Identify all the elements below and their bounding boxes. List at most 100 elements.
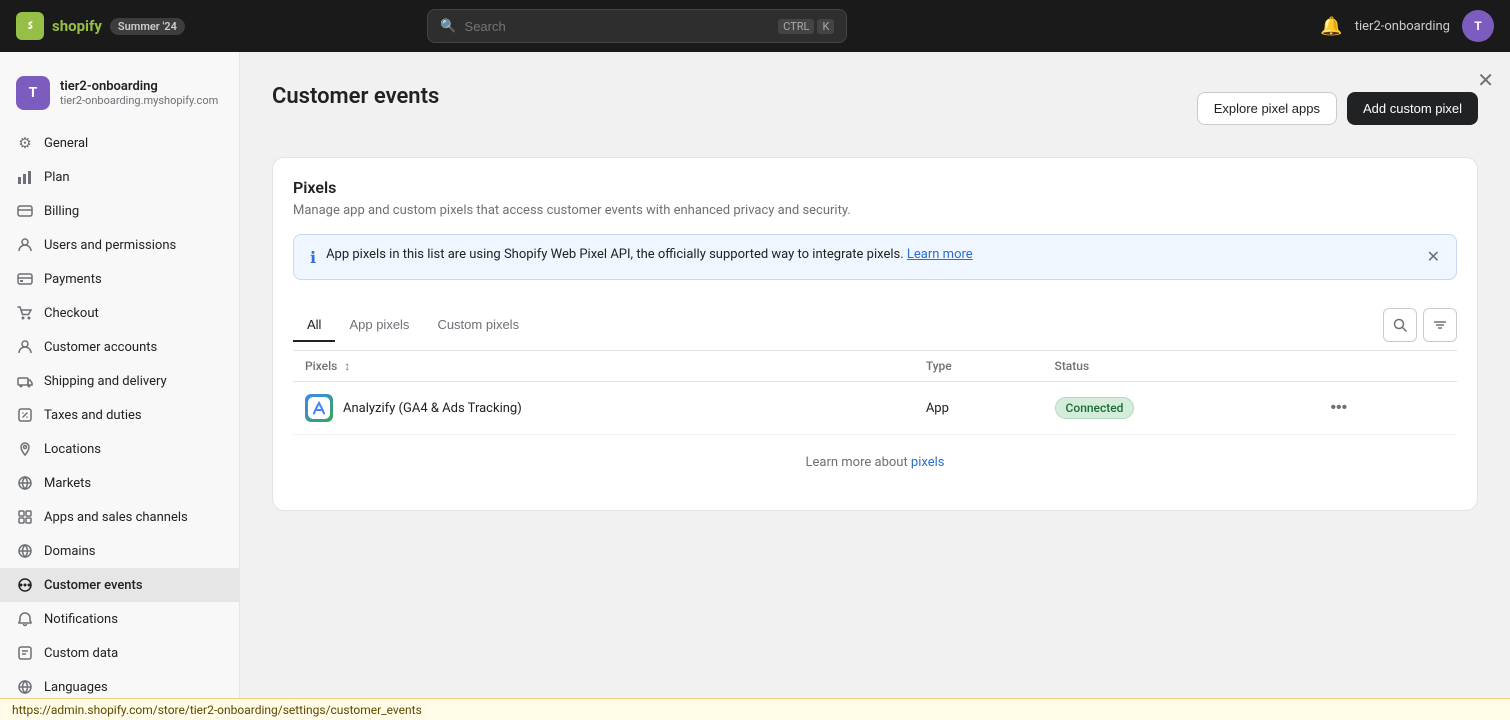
sidebar: T tier2-onboarding tier2-onboarding.mysh… <box>0 52 240 720</box>
store-name: tier2-onboarding <box>60 79 223 94</box>
sidebar-item-label: Locations <box>44 442 101 457</box>
tab-app-pixels[interactable]: App pixels <box>335 309 423 342</box>
general-icon: ⚙ <box>16 134 34 152</box>
search-input[interactable] <box>465 19 771 34</box>
sidebar-item-notifications[interactable]: Notifications <box>0 602 239 636</box>
topnav-right: 🔔 tier2-onboarding T <box>1320 10 1494 42</box>
info-banner: ℹ App pixels in this list are using Shop… <box>293 234 1457 280</box>
user-label: tier2-onboarding <box>1355 19 1450 34</box>
col-pixels: Pixels ↕ <box>293 351 914 382</box>
sidebar-item-label: Users and permissions <box>44 238 176 253</box>
tab-custom-pixels[interactable]: Custom pixels <box>423 309 533 342</box>
pixel-name-group: Analyzify (GA4 & Ads Tracking) <box>305 394 902 422</box>
table-row: Analyzify (GA4 & Ads Tracking) App Conne… <box>293 382 1457 435</box>
status-badge: Connected <box>1055 397 1135 419</box>
sidebar-item-locations[interactable]: Locations <box>0 432 239 466</box>
markets-icon <box>16 474 34 492</box>
sidebar-item-shipping[interactable]: Shipping and delivery <box>0 364 239 398</box>
sidebar-item-billing[interactable]: Billing <box>0 194 239 228</box>
pixels-card: Pixels Manage app and custom pixels that… <box>272 157 1478 511</box>
learn-more-banner-link[interactable]: Learn more <box>907 247 973 262</box>
sidebar-item-label: Shipping and delivery <box>44 374 167 389</box>
pixel-type: App <box>914 382 1043 435</box>
domains-icon <box>16 542 34 560</box>
logo-text: shopify <box>52 17 102 35</box>
explore-pixel-apps-button[interactable]: Explore pixel apps <box>1197 92 1337 125</box>
banner-close-button[interactable]: ✕ <box>1427 247 1440 267</box>
pixel-more-button[interactable]: ••• <box>1322 395 1355 421</box>
topnav: shopify Summer '24 🔍 CTRL K 🔔 tier2-onbo… <box>0 0 1510 52</box>
sidebar-item-label: Payments <box>44 272 102 287</box>
search-area: 🔍 CTRL K <box>427 9 847 43</box>
sidebar-item-markets[interactable]: Markets <box>0 466 239 500</box>
sidebar-item-apps[interactable]: Apps and sales channels <box>0 500 239 534</box>
users-icon <box>16 236 34 254</box>
status-url: https://admin.shopify.com/store/tier2-on… <box>12 703 422 717</box>
sidebar-item-label: Customer events <box>44 578 143 593</box>
sidebar-item-checkout[interactable]: Checkout <box>0 296 239 330</box>
sidebar-item-users[interactable]: Users and permissions <box>0 228 239 262</box>
pixels-table: Pixels ↕ Type Status <box>293 351 1457 435</box>
learn-more-prefix: Learn more about <box>806 455 911 470</box>
sort-icon <box>1432 317 1448 333</box>
pixel-name: Analyzify (GA4 & Ads Tracking) <box>343 401 522 416</box>
notifications-icon <box>16 610 34 628</box>
sidebar-item-label: General <box>44 136 88 151</box>
sidebar-item-customer-accounts[interactable]: Customer accounts <box>0 330 239 364</box>
search-table-button[interactable] <box>1383 308 1417 342</box>
table-actions <box>1383 300 1457 350</box>
sidebar-item-label: Languages <box>44 680 108 695</box>
custom-data-icon <box>16 644 34 662</box>
sidebar-item-label: Billing <box>44 204 79 219</box>
store-domain: tier2-onboarding.myshopify.com <box>60 94 223 107</box>
pixels-link[interactable]: pixels <box>911 455 945 470</box>
layout: T tier2-onboarding tier2-onboarding.mysh… <box>0 0 1510 720</box>
sidebar-item-customer-events[interactable]: Customer events <box>0 568 239 602</box>
pixel-status: Connected <box>1043 382 1311 435</box>
close-button[interactable]: ✕ <box>1477 68 1494 93</box>
sidebar-item-label: Checkout <box>44 306 99 321</box>
sidebar-item-label: Apps and sales channels <box>44 510 188 525</box>
pixels-section-title: Pixels <box>293 178 1457 197</box>
search-box[interactable]: 🔍 CTRL K <box>427 9 847 43</box>
sidebar-item-label: Taxes and duties <box>44 408 142 423</box>
page-title: Customer events <box>272 84 439 109</box>
sidebar-item-domains[interactable]: Domains <box>0 534 239 568</box>
summer-badge: Summer '24 <box>110 18 185 35</box>
sidebar-item-label: Markets <box>44 476 91 491</box>
notifications-bell-button[interactable]: 🔔 <box>1320 16 1342 37</box>
col-type: Type <box>914 351 1043 382</box>
sidebar-item-taxes[interactable]: Taxes and duties <box>0 398 239 432</box>
pixel-logo <box>305 394 333 422</box>
billing-icon <box>16 202 34 220</box>
shopify-icon <box>16 12 44 40</box>
add-custom-pixel-button[interactable]: Add custom pixel <box>1347 92 1478 125</box>
col-actions <box>1310 351 1457 382</box>
taxes-icon <box>16 406 34 424</box>
sidebar-item-plan[interactable]: Plan <box>0 160 239 194</box>
page-header: Customer events Explore pixel apps Add c… <box>272 84 1478 133</box>
logo: shopify Summer '24 <box>16 12 185 40</box>
store-info: tier2-onboarding tier2-onboarding.myshop… <box>60 79 223 107</box>
sort-table-button[interactable] <box>1423 308 1457 342</box>
pixel-name-cell: Analyzify (GA4 & Ads Tracking) <box>293 382 914 435</box>
sidebar-item-general[interactable]: ⚙ General <box>0 126 239 160</box>
sidebar-item-label: Notifications <box>44 612 118 627</box>
search-icon: 🔍 <box>440 19 456 34</box>
sidebar-item-custom-data[interactable]: Custom data <box>0 636 239 670</box>
pixels-section-desc: Manage app and custom pixels that access… <box>293 203 1457 218</box>
sidebar-item-label: Plan <box>44 170 70 185</box>
customer-accounts-icon <box>16 338 34 356</box>
banner-text: App pixels in this list are using Shopif… <box>326 247 1417 262</box>
user-avatar-button[interactable]: T <box>1462 10 1494 42</box>
sidebar-nav: ⚙ General Plan Billing Users and permis <box>0 126 239 720</box>
shipping-icon <box>16 372 34 390</box>
sidebar-item-payments[interactable]: Payments <box>0 262 239 296</box>
locations-icon <box>16 440 34 458</box>
customer-events-icon <box>16 576 34 594</box>
tab-all[interactable]: All <box>293 309 335 342</box>
col-status: Status <box>1043 351 1311 382</box>
sidebar-item-label: Domains <box>44 544 95 559</box>
search-shortcut: CTRL K <box>778 19 834 34</box>
payments-icon <box>16 270 34 288</box>
